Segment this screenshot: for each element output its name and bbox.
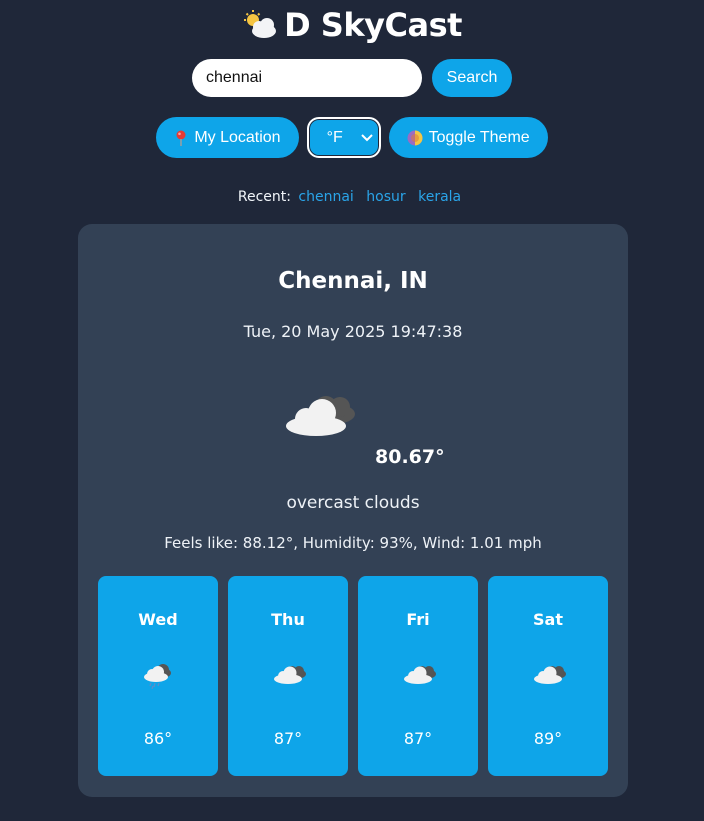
recent-item[interactable]: kerala <box>418 189 461 205</box>
weather-details: Feels like: 88.12°, Humidity: 93%, Wind:… <box>164 534 542 552</box>
forecast-temperature: 87° <box>273 729 303 748</box>
forecast-day-name: Fri <box>406 610 430 629</box>
my-location-button[interactable]: My Location <box>156 117 299 158</box>
recent-searches: Recent: chennai hosur kerala <box>0 189 704 205</box>
forecast-day-name: Wed <box>138 610 178 629</box>
forecast-day: Sat 89° <box>488 576 608 776</box>
toggle-theme-button[interactable]: Toggle Theme <box>388 117 548 158</box>
unit-select-value: °F <box>326 128 343 146</box>
current-temperature: 80.67° <box>375 446 445 468</box>
my-location-label: My Location <box>194 128 281 146</box>
city-name: Chennai, IN <box>278 268 428 294</box>
current-datetime: Tue, 20 May 2025 19:47:38 <box>243 322 463 341</box>
app-header: D SkyCast <box>0 6 704 44</box>
sun-behind-cloud-icon <box>244 10 277 38</box>
search-bar: Search <box>0 59 704 97</box>
overcast-clouds-icon <box>286 396 355 436</box>
forecast-day-name: Thu <box>271 610 305 629</box>
controls-bar: My Location °F Toggle Theme <box>0 117 704 158</box>
unit-select[interactable]: °F <box>306 117 381 158</box>
half-moon-icon <box>407 130 423 145</box>
forecast-temperature: 89° <box>533 729 563 748</box>
forecast-list: Wed 86° Thu 87° Fri 87° Sat 89° <box>98 576 608 776</box>
overcast-clouds-icon <box>404 666 436 684</box>
toggle-theme-label: Toggle Theme <box>428 128 530 146</box>
forecast-day: Thu 87° <box>228 576 348 776</box>
recent-label: Recent: <box>237 189 291 205</box>
forecast-day: Wed 86° <box>98 576 218 776</box>
recent-item[interactable]: hosur <box>366 189 405 205</box>
forecast-temperature: 87° <box>403 729 433 748</box>
forecast-day: Fri 87° <box>358 576 478 776</box>
pin-icon <box>176 130 186 146</box>
search-button[interactable]: Search <box>432 59 512 97</box>
overcast-clouds-icon <box>534 666 566 684</box>
app-title: D SkyCast <box>284 6 462 44</box>
recent-item[interactable]: chennai <box>298 189 353 205</box>
rain-cloud-icon <box>144 664 171 689</box>
weather-card: Chennai, IN Tue, 20 May 2025 19:47:38 80… <box>78 224 628 797</box>
weather-description: overcast clouds <box>286 493 420 513</box>
forecast-temperature: 86° <box>143 729 173 748</box>
overcast-clouds-icon <box>274 666 306 684</box>
chevron-down-icon <box>360 133 373 141</box>
forecast-day-name: Sat <box>533 610 563 629</box>
search-input[interactable] <box>192 59 422 97</box>
